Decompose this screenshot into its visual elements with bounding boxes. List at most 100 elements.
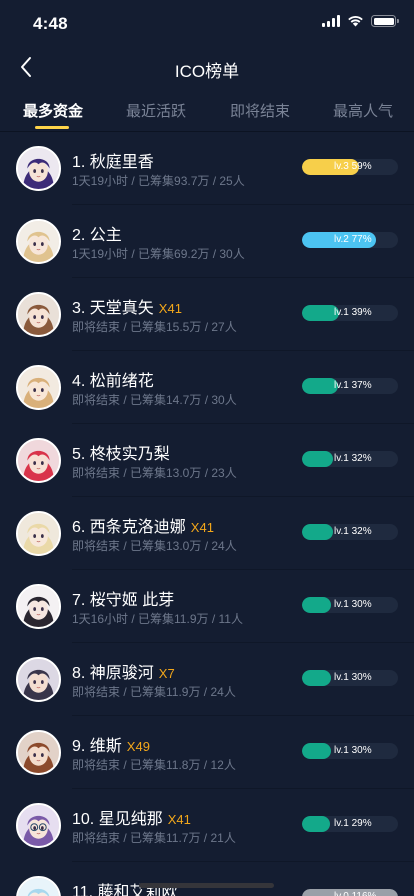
level-progress-bar: lv.3 59% xyxy=(302,159,398,175)
avatar xyxy=(16,146,61,191)
row-title: 8. 神原骏河 X7 xyxy=(72,659,175,683)
row-title-text: 9. 维斯 xyxy=(72,738,122,755)
level-label: lv.1 30% xyxy=(334,599,372,610)
cellular-signal-icon xyxy=(322,15,340,27)
row-title-text: 10. 星见纯那 xyxy=(72,811,163,828)
level-progress-bar: lv.1 32% xyxy=(302,524,398,540)
level-progress-bar: lv.1 30% xyxy=(302,743,398,759)
ranking-row[interactable]: 1. 秋庭里香 1天19小时 / 已筹集93.7万 / 25人 lv.3 59% xyxy=(0,132,414,205)
row-title: 9. 维斯 X49 xyxy=(72,732,150,756)
ranking-row[interactable]: 5. 柊枝实乃梨即将结束 / 已筹集13.0万 / 23人 lv.1 32% xyxy=(0,424,414,497)
level-label: lv.2 77% xyxy=(334,234,372,245)
ranking-row[interactable]: 9. 维斯 X49 即将结束 / 已筹集11.8万 / 12人 lv.1 30% xyxy=(0,716,414,789)
ranking-row[interactable]: 4. 松前绪花即将结束 / 已筹集14.7万 / 30人 lv.1 37% xyxy=(0,351,414,424)
avatar xyxy=(16,730,61,775)
tab-most-funds[interactable]: 最多资金 xyxy=(23,100,83,121)
level-progress-bar: lv.2 77% xyxy=(302,232,398,248)
level-progress-fill xyxy=(302,670,331,686)
tab-bar: 最多资金 最近活跃 即将结束 最高人气 xyxy=(0,90,414,132)
level-progress-fill xyxy=(302,743,331,759)
level-progress-bar: lv.1 30% xyxy=(302,670,398,686)
row-subtitle: 即将结束 / 已筹集11.8万 / 12人 xyxy=(72,758,236,772)
row-title: 3. 天堂真矢 X41 xyxy=(72,294,182,318)
avatar xyxy=(16,292,61,337)
row-subtitle: 1天19小时 / 已筹集69.2万 / 30人 xyxy=(72,247,245,261)
row-title-text: 6. 西条克洛迪娜 xyxy=(72,519,186,536)
level-progress-fill xyxy=(302,378,338,394)
level-label: lv.1 32% xyxy=(334,526,372,537)
status-time: 4:48 xyxy=(33,14,68,33)
avatar xyxy=(16,438,61,483)
multiplier-badge: X41 xyxy=(158,301,182,316)
level-label: lv.1 39% xyxy=(334,307,372,318)
row-subtitle: 即将结束 / 已筹集14.7万 / 30人 xyxy=(72,393,237,407)
level-progress-bar: lv.1 29% xyxy=(302,816,398,832)
ranking-row[interactable]: 10. 星见纯那 X41 即将结束 / 已筹集11.7万 / 21人 lv.1 29% xyxy=(0,789,414,862)
avatar xyxy=(16,803,61,848)
multiplier-badge: X49 xyxy=(126,739,150,754)
avatar xyxy=(16,657,61,702)
wifi-icon xyxy=(348,16,363,27)
ranking-row[interactable]: 7. 桜守姬 此芽 1天16小时 / 已筹集11.9万 / 11人 lv.1 30% xyxy=(0,570,414,643)
level-label: lv.3 59% xyxy=(334,161,372,172)
avatar xyxy=(16,584,61,629)
avatar xyxy=(16,876,61,896)
row-title-text: 8. 神原骏河 xyxy=(72,665,154,682)
avatar xyxy=(16,365,61,410)
tab-ending-soon[interactable]: 即将结束 xyxy=(230,100,290,121)
row-title: 5. 柊枝实乃梨 xyxy=(72,440,170,464)
level-label: lv.0 116% xyxy=(334,891,376,896)
ranking-row[interactable]: 6. 西条克洛迪娜 X41 即将结束 / 已筹集13.0万 / 24人 lv.1 32… xyxy=(0,497,414,570)
row-title: 4. 松前绪花 xyxy=(72,367,154,391)
ranking-row[interactable]: 8. 神原骏河 X7 即将结束 / 已筹集11.9万 / 24人 lv.1 30% xyxy=(0,643,414,716)
level-label: lv.1 29% xyxy=(334,818,372,829)
page-title: ICO榜单 xyxy=(174,62,240,81)
row-subtitle: 即将结束 / 已筹集13.0万 / 24人 xyxy=(72,539,237,553)
level-progress-bar: lv.1 32% xyxy=(302,451,398,467)
level-label: lv.1 30% xyxy=(334,745,372,756)
status-icons xyxy=(322,15,399,27)
level-progress-fill xyxy=(302,524,333,540)
row-title: 1. 秋庭里香 xyxy=(72,148,154,172)
row-subtitle: 即将结束 / 已筹集13.0万 / 23人 xyxy=(72,466,237,480)
row-title: 2. 公主 xyxy=(72,221,122,245)
row-subtitle: 即将结束 / 已筹集15.5万 / 27人 xyxy=(72,320,237,334)
row-subtitle: 即将结束 / 已筹集11.9万 / 24人 xyxy=(72,685,236,699)
row-subtitle: 即将结束 / 已筹集11.7万 / 21人 xyxy=(72,831,236,845)
home-indicator xyxy=(139,883,274,888)
battery-icon xyxy=(371,15,399,27)
level-progress-bar: lv.1 37% xyxy=(302,378,398,394)
multiplier-badge: X41 xyxy=(190,520,214,535)
row-title-text: 2. 公主 xyxy=(72,227,122,244)
tab-most-popular[interactable]: 最高人气 xyxy=(333,100,393,121)
row-title: 10. 星见纯那 X41 xyxy=(72,805,191,829)
row-title: 6. 西条克洛迪娜 X41 xyxy=(72,513,214,537)
multiplier-badge: X7 xyxy=(158,666,175,681)
tab-recently-active[interactable]: 最近活跃 xyxy=(126,100,186,121)
level-label: lv.1 30% xyxy=(334,672,372,683)
tab-indicator xyxy=(35,126,69,129)
level-progress-fill xyxy=(302,597,331,613)
ranking-row[interactable]: 2. 公主 1天19小时 / 已筹集69.2万 / 30人 lv.2 77% xyxy=(0,205,414,278)
level-progress-bar: lv.1 39% xyxy=(302,305,398,321)
row-title-text: 1. 秋庭里香 xyxy=(72,154,154,171)
level-label: lv.1 32% xyxy=(334,453,372,464)
level-progress-bar: lv.1 30% xyxy=(302,597,398,613)
row-title-text: 4. 松前绪花 xyxy=(72,373,154,390)
ico-ranking-list: 1. 秋庭里香 1天19小时 / 已筹集93.7万 / 25人 lv.3 59% 2.… xyxy=(0,132,414,896)
row-title-text: 3. 天堂真矢 xyxy=(72,300,154,317)
avatar xyxy=(16,511,61,556)
row-title-text: 5. 柊枝实乃梨 xyxy=(72,446,170,463)
multiplier-badge: X41 xyxy=(167,812,191,827)
row-subtitle: 1天19小时 / 已筹集93.7万 / 25人 xyxy=(72,174,245,188)
status-bar: 4:48 xyxy=(0,0,414,46)
ranking-row[interactable]: 3. 天堂真矢 X41 即将结束 / 已筹集15.5万 / 27人 lv.1 39% xyxy=(0,278,414,351)
row-title-text: 7. 桜守姬 此芽 xyxy=(72,592,175,609)
ranking-row[interactable]: 11. 藤和艾莉欧lv.0 116% xyxy=(0,862,414,896)
level-label: lv.1 37% xyxy=(334,380,372,391)
level-progress-bar: lv.0 116% xyxy=(302,889,398,896)
nav-bar: ICO榜单 xyxy=(0,46,414,88)
row-title: 7. 桜守姬 此芽 xyxy=(72,586,174,610)
level-progress-fill xyxy=(302,451,333,467)
level-progress-fill xyxy=(302,816,330,832)
